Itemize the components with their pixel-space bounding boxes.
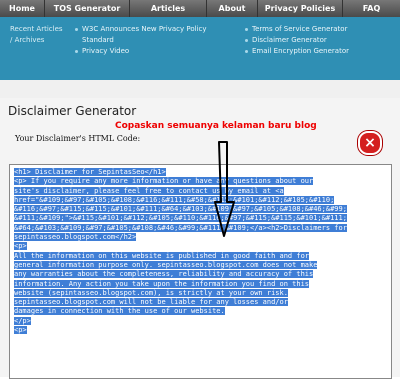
code-line: <p> [14,326,27,335]
code-line: any warranties about the completeness, r… [14,270,314,279]
code-line: website (sepintasseo.blogspot.com), is s… [14,288,288,297]
tos-generator-link[interactable]: Terms of Service Generator [252,25,347,33]
code-line: &#116;&#97;&#115;&#115;&#101;&#111;&#64;… [14,205,347,214]
code-line: <h1> Disclaimer for SepintasSeo</h1> [14,168,166,176]
bullet-icon [245,38,248,42]
sub-nav: Recent Articles / Archives W3C Announces… [0,17,400,80]
archives-label: / Archives [10,36,45,44]
bullet-icon [245,27,248,31]
code-line: sepintasseo.blogspot.com</h2> [14,233,137,242]
code-line: <p> If you require any more information … [14,177,314,186]
nav-tab-faq[interactable]: FAQ [343,0,400,17]
code-content: <h1> Disclaimer for SepintasSeo</h1> <p>… [10,165,390,338]
annotation-note: Copaskan semuanya kelaman baru blog [115,121,317,131]
page-title: Disclaimer Generator [8,104,137,118]
generator-links: Terms of Service Generator Disclaimer Ge… [245,24,349,57]
code-line: <p> [14,242,27,251]
spacer-band [0,80,400,98]
down-arrow-icon [214,141,235,237]
nav-tab-tos-generator[interactable]: TOS Generator [45,0,130,17]
nav-tab-privacy-policies[interactable]: Privacy Policies [258,0,343,17]
recent-articles-label: Recent Articles [10,25,63,33]
nav-tab-articles[interactable]: Articles [130,0,207,17]
html-code-caption: Your Disclaimer's HTML Code: [15,134,141,143]
article-link-privacy-video[interactable]: Privacy Video [82,47,129,55]
disclaimer-code-textarea[interactable]: <h1> Disclaimer for SepintasSeo</h1> <p>… [9,164,392,379]
bullet-icon [245,49,248,53]
code-line: damages in connection with the use of ou… [14,307,225,316]
recent-articles-heading: Recent Articles / Archives [10,24,63,46]
article-link-w3c[interactable]: W3C Announces New Privacy Policy [82,25,207,33]
disclaimer-generator-link[interactable]: Disclaimer Generator [252,36,327,44]
code-line: site's disclaimer, please feel free to c… [14,186,284,195]
close-icon[interactable]: × [358,131,382,155]
code-line: general information purpose only. sepint… [14,260,318,269]
bullet-icon [75,49,78,53]
nav-tab-home[interactable]: Home [0,0,45,17]
top-nav: Home TOS Generator Articles About Privac… [0,0,400,17]
code-line: information. Any action you take upon th… [14,279,310,288]
bullet-icon [75,27,78,31]
email-encryption-generator-link[interactable]: Email Encryption Generator [252,47,349,55]
code-line: href="&#109;&#97;&#105;&#108;&#116;&#111… [14,195,335,204]
code-line: &#64;&#103;&#109;&#97;&#105;&#108;&#46;&… [14,223,347,232]
nav-tab-about[interactable]: About [207,0,258,17]
code-line: All the information on this website is p… [14,251,310,260]
article-link-standard[interactable]: Standard [82,36,114,44]
code-line: </p> [14,316,31,325]
code-line: &#111;&#109;">&#115;&#101;&#112;&#105;&#… [14,214,347,223]
code-line: sepintasseo.blogspot.com will not be lia… [14,298,288,307]
recent-articles-list: W3C Announces New Privacy Policy Standar… [75,24,207,57]
